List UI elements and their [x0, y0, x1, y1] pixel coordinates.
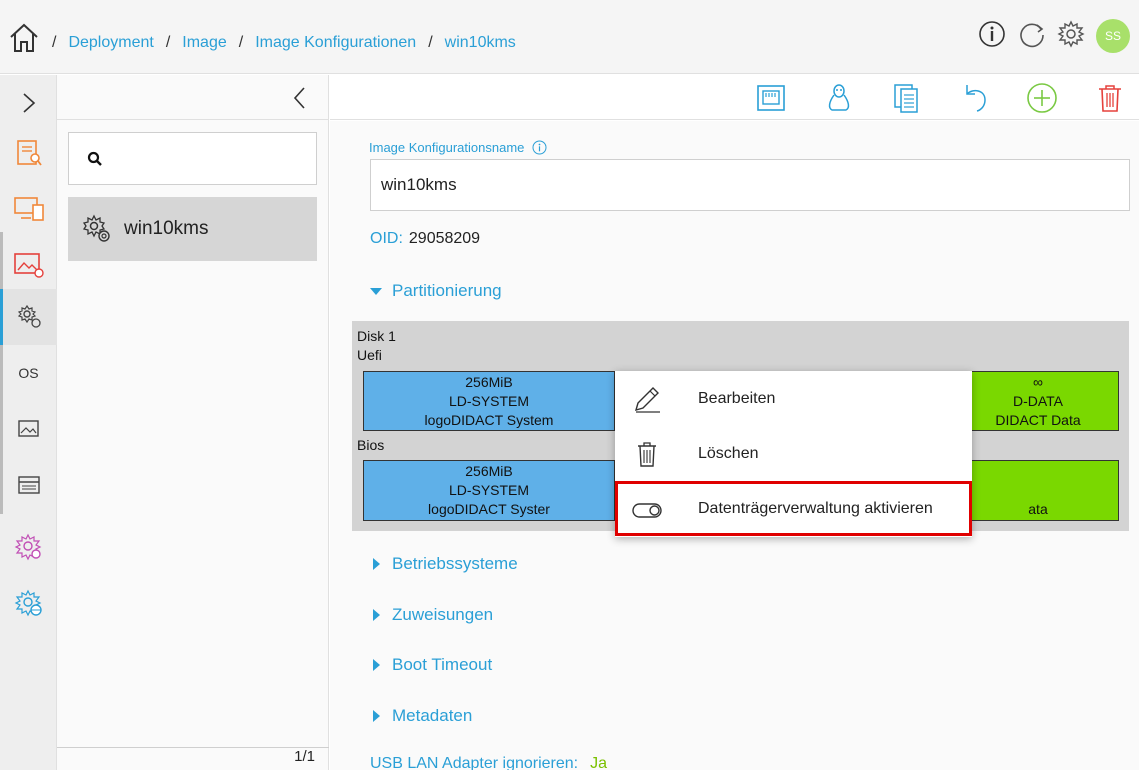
refresh-icon[interactable] [1018, 20, 1046, 48]
caret-right-icon [373, 609, 380, 621]
network-port-icon[interactable] [755, 82, 787, 114]
rail-item-documents[interactable] [0, 125, 57, 181]
uefi-system-partition[interactable]: 256MiB LD-SYSTEM logoDIDACT System [363, 371, 615, 431]
configuration-name-input[interactable]: win10kms [370, 159, 1130, 211]
info-icon[interactable] [532, 140, 547, 155]
trash-icon [638, 442, 656, 467]
breadcrumb-current[interactable]: win10kms [445, 34, 516, 52]
partition-context-menu: Bearbeiten Löschen Datenträgerverwaltung… [615, 371, 972, 537]
rail-item-network-settings[interactable] [0, 575, 57, 631]
section-betriebssysteme[interactable]: Betriebssysteme [370, 554, 518, 574]
caret-right-icon [373, 710, 380, 722]
section-partitionierung[interactable]: Partitionierung [370, 281, 502, 301]
divider [57, 119, 329, 120]
oid-row: OID: 29058209 [370, 230, 481, 247]
left-rail: OS [0, 75, 57, 770]
disk-label: Disk 1 [357, 328, 396, 344]
caret-right-icon [373, 558, 380, 570]
document-search-icon [16, 140, 42, 166]
list-item-label: win10kms [124, 218, 209, 239]
gears-icon [82, 214, 110, 242]
list-item[interactable]: win10kms [68, 197, 317, 261]
bios-data-partition[interactable]: ata [957, 460, 1119, 521]
linux-icon[interactable] [823, 82, 855, 114]
caret-right-icon [373, 659, 380, 671]
usb-lan-adapter-row[interactable]: USB LAN Adapter ignorieren: Ja [370, 755, 607, 770]
rail-item-images[interactable] [0, 237, 57, 293]
rail-item-bios[interactable] [0, 457, 57, 513]
copy-icon[interactable] [891, 82, 923, 114]
breadcrumb: / Deployment / Image / Image Konfigurati… [52, 34, 516, 52]
caret-down-icon [370, 288, 382, 295]
menu-item-activate-disk-management[interactable]: Datenträgerverwaltung aktivieren [615, 481, 972, 536]
gear-globe-icon [14, 589, 42, 617]
home-icon[interactable] [8, 22, 40, 54]
expand-rail-button[interactable] [0, 75, 57, 131]
name-field-label: Image Konfigurationsname [369, 140, 547, 155]
section-metadaten[interactable]: Metadaten [370, 706, 472, 726]
breadcrumb-image-konfigurationen[interactable]: Image Konfigurationen [255, 34, 416, 52]
undo-icon[interactable] [959, 82, 991, 114]
pager: 1/1 [57, 747, 329, 770]
action-toolbar [330, 75, 1139, 120]
breadcrumb-deployment[interactable]: Deployment [68, 34, 153, 52]
configuration-list-panel: win10kms 1/1 [57, 75, 329, 770]
trash-icon[interactable] [1094, 82, 1126, 114]
add-icon[interactable] [1026, 82, 1058, 114]
rail-item-settings-search[interactable] [0, 519, 57, 575]
pencil-icon [634, 387, 660, 413]
chevron-right-icon [22, 93, 35, 113]
rail-item-image-files[interactable] [0, 401, 57, 457]
rail-item-devices[interactable] [0, 181, 57, 237]
top-header: / Deployment / Image / Image Konfigurati… [0, 0, 1139, 74]
gears-icon [17, 304, 41, 328]
section-zuweisungen[interactable]: Zuweisungen [370, 605, 493, 625]
section-boot-timeout[interactable]: Boot Timeout [370, 655, 492, 675]
rail-item-image-configurations[interactable] [0, 289, 57, 345]
search-input[interactable] [68, 132, 317, 185]
gear-search-icon [14, 533, 41, 561]
toggle-icon [632, 503, 662, 518]
menu-item-delete[interactable]: Löschen [615, 426, 972, 481]
uefi-data-partition[interactable]: ∞ D-DATA DIDACT Data [957, 371, 1119, 431]
bios-system-partition[interactable]: 256MiB LD-SYSTEM logoDIDACT Syster [363, 460, 615, 521]
picture-icon [17, 420, 39, 437]
window-icon [17, 476, 40, 494]
avatar[interactable]: SS [1096, 19, 1130, 53]
chevron-left-icon[interactable] [289, 85, 311, 111]
menu-item-edit[interactable]: Bearbeiten [615, 371, 972, 426]
uefi-label: Uefi [357, 347, 382, 363]
search-icon [87, 151, 102, 166]
breadcrumb-image[interactable]: Image [182, 34, 226, 52]
rail-item-os[interactable]: OS [0, 345, 57, 401]
bios-label: Bios [357, 437, 385, 453]
image-settings-icon [13, 253, 44, 278]
gear-icon[interactable] [1057, 20, 1085, 48]
devices-icon [13, 197, 44, 221]
oid-value: 29058209 [408, 230, 481, 247]
page-indicator: 1/1 [294, 748, 315, 765]
info-icon[interactable] [978, 20, 1006, 48]
